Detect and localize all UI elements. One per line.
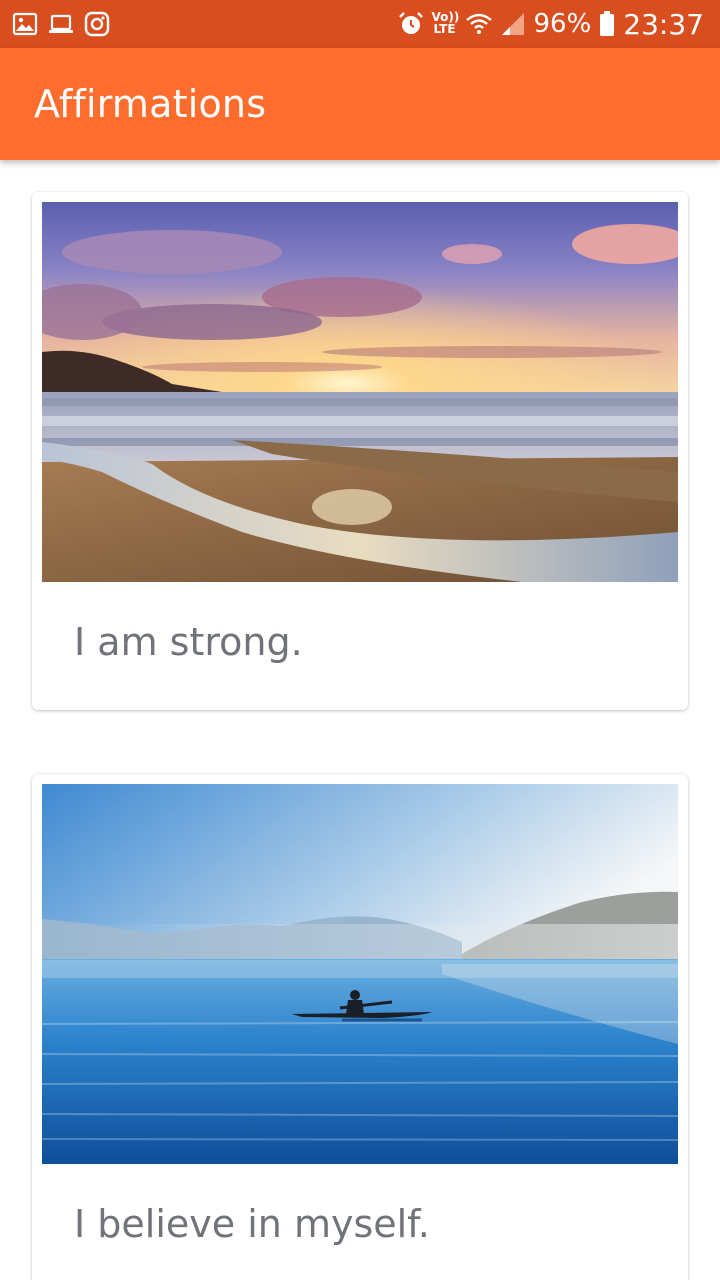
volte-icon: Vo)) LTE <box>432 11 460 37</box>
battery-percent: 96% <box>533 9 592 39</box>
status-right-icons: Vo)) LTE 96% 23:37 <box>398 7 704 41</box>
status-bar: Vo)) LTE 96% 23:37 <box>0 0 720 48</box>
alarm-icon <box>398 11 424 37</box>
affirmation-card[interactable]: I am strong. <box>32 192 688 710</box>
laptop-icon <box>48 11 74 37</box>
affirmation-text: I believe in myself. <box>74 1202 430 1246</box>
clock: 23:37 <box>623 7 704 41</box>
wifi-icon <box>465 11 492 37</box>
status-left-icons <box>12 11 110 37</box>
affirmation-card[interactable]: I believe in myself. <box>32 774 688 1280</box>
beach-sunset-image <box>42 202 678 582</box>
battery-icon <box>599 11 615 37</box>
affirmation-list[interactable]: I am strong. I believe in myself. <box>0 160 720 1280</box>
signal-icon <box>500 11 526 37</box>
gallery-icon <box>12 11 38 37</box>
volte-bottom-text: LTE <box>433 22 456 36</box>
lake-kayak-image <box>42 784 678 1164</box>
app-title: Affirmations <box>34 82 267 126</box>
app-bar: Affirmations <box>0 48 720 160</box>
affirmation-text: I am strong. <box>74 620 303 664</box>
instagram-icon <box>84 11 110 37</box>
